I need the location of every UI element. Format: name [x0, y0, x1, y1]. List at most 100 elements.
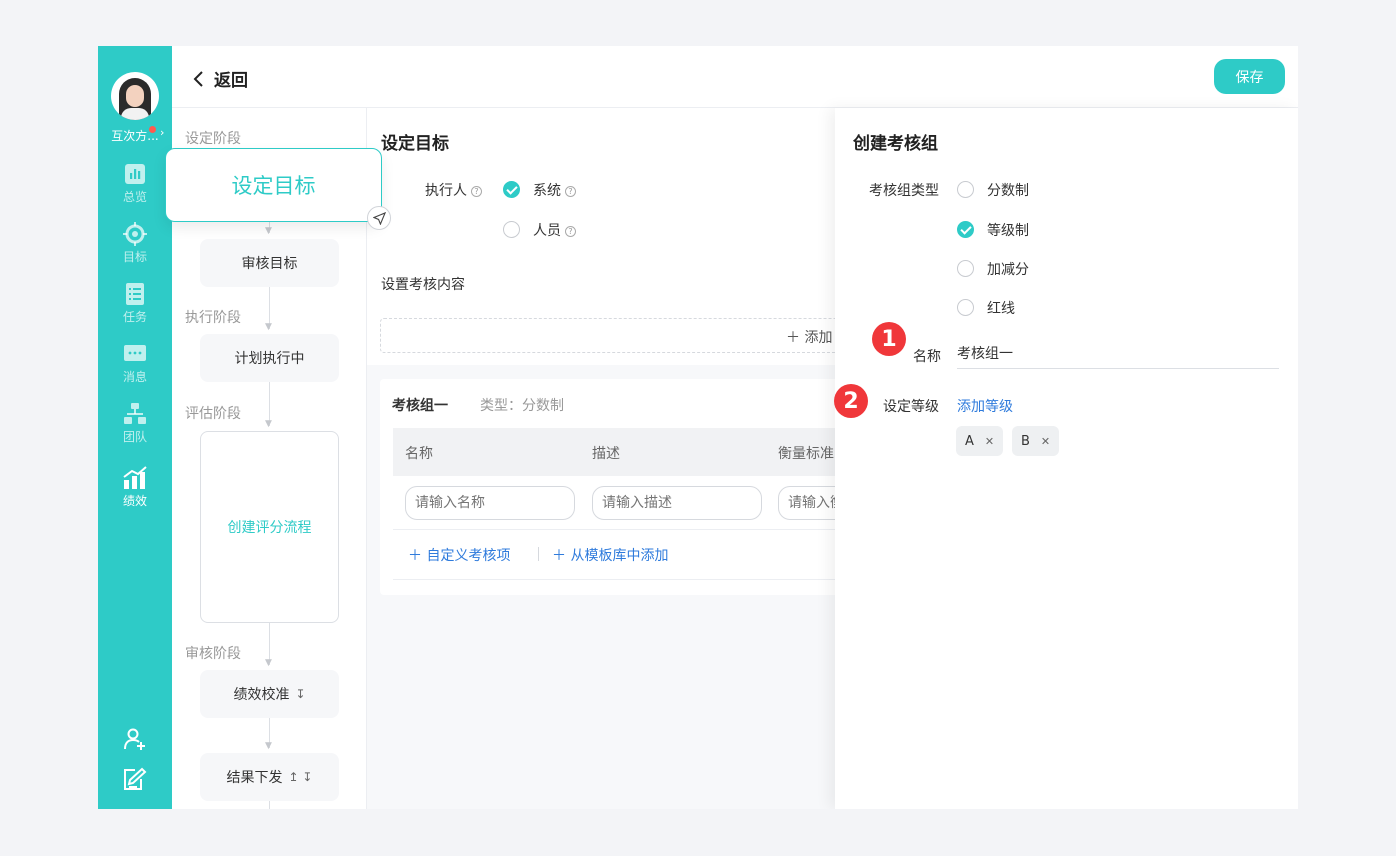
notification-dot: [149, 126, 156, 133]
nav-item-message[interactable]: 消息: [98, 342, 172, 385]
arrow-down-icon: ▼: [265, 419, 272, 429]
send-cursor-icon: [367, 206, 391, 230]
radio-system-label[interactable]: 系统?: [533, 180, 576, 200]
step-badge-1: 1: [872, 322, 906, 356]
nav-item-team[interactable]: 团队: [98, 402, 172, 445]
nav-item-overview[interactable]: 总览: [98, 162, 172, 205]
name-input[interactable]: [405, 486, 575, 520]
flow-card-label: 绩效校准: [233, 687, 290, 703]
add-level-link[interactable]: 添加等级: [957, 396, 1013, 416]
group-type: 类型：分数制: [480, 398, 564, 414]
help-icon[interactable]: ?: [471, 185, 482, 197]
plus-icon: ＋: [408, 548, 427, 564]
description-input[interactable]: [592, 486, 762, 520]
flow-card-review-goal[interactable]: 审核目标: [200, 239, 339, 287]
flow-card-create-scoring[interactable]: 创建评分流程: [200, 431, 339, 623]
group-name: 考核组一: [392, 398, 448, 414]
close-icon[interactable]: ✕: [985, 435, 994, 448]
help-icon[interactable]: ?: [565, 185, 576, 197]
nav-label-team: 团队: [122, 430, 147, 444]
add-content-label: ＋ 添加: [786, 330, 833, 346]
nav-item-goal[interactable]: 目标: [98, 222, 172, 265]
group-name-value: 考核组一: [957, 346, 1013, 362]
radio-plus-minus-label[interactable]: 加减分: [987, 259, 1029, 279]
content-label: 设置考核内容: [381, 277, 465, 293]
arrow-down-icon: ▼: [265, 322, 272, 332]
section-title: 设定目标: [381, 134, 449, 154]
column-header: 衡量标准: [778, 446, 834, 462]
nav-label-overview: 总览: [122, 190, 147, 204]
radio-redline[interactable]: [957, 299, 974, 316]
stage-label-exec: 执行阶段: [185, 310, 241, 326]
step-badge-2: 2: [834, 384, 868, 418]
flow-card-label: 结果下发: [226, 770, 283, 786]
radio-redline-label[interactable]: 红线: [987, 298, 1015, 318]
flow-card-label: 计划执行中: [234, 351, 305, 367]
nav-label-goal: 目标: [122, 250, 147, 264]
nav-label-performance: 绩效: [122, 494, 147, 508]
target-icon: [123, 222, 147, 246]
back-label: 返回: [214, 71, 248, 91]
plus-icon: ＋: [552, 548, 571, 564]
create-group-panel: 创建考核组 考核组类型 分数制 等级制 加减分 红线 1 名称 考核组一 2 设…: [834, 108, 1298, 809]
level-tag-label: A: [965, 433, 974, 449]
stage-label-eval: 评估阶段: [185, 406, 241, 422]
move-up-down-icon[interactable]: ↥ ↧: [289, 770, 313, 784]
group-type-label: 考核组类型: [869, 183, 939, 199]
from-template-label: 从模板库中添加: [570, 548, 669, 564]
option-person-text: 人员: [533, 223, 561, 239]
name-label: 名称: [913, 349, 941, 365]
executor-label-text: 执行人: [425, 183, 467, 199]
task-list-icon: [123, 282, 147, 306]
flow-card-publish[interactable]: 结果下发 ↥ ↧: [200, 753, 339, 801]
group-name-input[interactable]: 考核组一: [957, 343, 1279, 369]
nav-item-task[interactable]: 任务: [98, 282, 172, 325]
nav-label-task: 任务: [122, 310, 147, 324]
radio-score-label[interactable]: 分数制: [987, 180, 1029, 200]
custom-item-button[interactable]: ＋ 自定义考核项: [408, 545, 510, 565]
level-tag-a[interactable]: A ✕: [956, 426, 1004, 456]
performance-icon: [123, 466, 147, 490]
radio-system[interactable]: [503, 181, 520, 198]
help-icon[interactable]: ?: [565, 225, 576, 237]
flow-connector: [269, 801, 270, 809]
team-icon: [123, 402, 147, 426]
chevron-left-icon: [193, 70, 203, 87]
custom-item-label: 自定义考核项: [426, 548, 511, 564]
dragging-card-set-goal[interactable]: 设定目标: [165, 148, 382, 222]
chart-icon: [123, 162, 147, 186]
add-user-icon[interactable]: [123, 727, 147, 751]
stage-label-review: 审核阶段: [185, 646, 241, 662]
flow-card-label: 审核目标: [241, 256, 298, 272]
back-button[interactable]: 返回: [192, 66, 248, 91]
level-tag-b[interactable]: B ✕: [1012, 426, 1060, 456]
radio-person[interactable]: [503, 221, 520, 238]
executor-label: 执行人?: [425, 180, 482, 200]
nav-item-performance[interactable]: 绩效: [98, 466, 172, 509]
top-bar: 返回 保存: [172, 46, 1298, 108]
edit-note-icon[interactable]: [123, 767, 147, 791]
move-down-icon[interactable]: ↧: [295, 687, 305, 701]
save-button[interactable]: 保存: [1214, 59, 1285, 94]
avatar-body: [121, 108, 149, 120]
link-separator: [538, 547, 539, 561]
panel-title: 创建考核组: [853, 134, 938, 154]
from-template-button[interactable]: ＋ 从模板库中添加: [552, 545, 668, 565]
chevron-right-icon[interactable]: ›: [160, 126, 164, 139]
radio-plus-minus[interactable]: [957, 260, 974, 277]
column-header: 名称: [405, 446, 433, 462]
avatar[interactable]: [111, 72, 159, 120]
flow-card-executing[interactable]: 计划执行中: [200, 334, 339, 382]
nav-label-message: 消息: [122, 370, 147, 384]
arrow-down-icon: ▼: [265, 226, 272, 236]
option-system-text: 系统: [533, 183, 561, 199]
level-label: 设定等级: [883, 399, 939, 415]
radio-score[interactable]: [957, 181, 974, 198]
close-icon[interactable]: ✕: [1041, 435, 1050, 448]
stage-label-set: 设定阶段: [185, 131, 241, 147]
flow-card-calibrate[interactable]: 绩效校准 ↧: [200, 670, 339, 718]
radio-person-label[interactable]: 人员?: [533, 220, 576, 240]
radio-grade[interactable]: [957, 221, 974, 238]
radio-grade-label[interactable]: 等级制: [987, 220, 1029, 240]
arrow-down-icon: ▼: [265, 741, 272, 751]
